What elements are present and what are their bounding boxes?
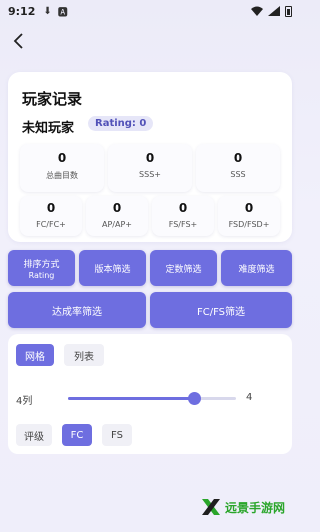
card-title: 玩家记录 bbox=[22, 90, 83, 108]
badge-option-fs[interactable]: FS bbox=[102, 424, 132, 446]
stat-fsd: 0 FSD/FSD+ bbox=[218, 196, 280, 236]
badge-option-fc[interactable]: FC bbox=[62, 424, 92, 446]
badge-option-label: FC bbox=[70, 429, 84, 441]
columns-value: 4 bbox=[246, 392, 253, 403]
sort-value: Rating bbox=[28, 270, 55, 280]
player-record-card: 玩家记录 未知玩家 Rating: 0 0 总曲目数 0 SSS+ 0 SSS … bbox=[8, 72, 292, 242]
tab-grid[interactable]: 网格 bbox=[16, 344, 54, 366]
back-button[interactable] bbox=[6, 28, 32, 54]
stat-sss: 0 SSS bbox=[196, 144, 280, 192]
columns-label: 4列 bbox=[16, 396, 33, 407]
achievement-filter-label: 达成率筛选 bbox=[52, 306, 102, 318]
stat-value: 0 bbox=[178, 201, 188, 215]
battery-icon bbox=[285, 5, 292, 17]
difficulty-filter-button[interactable]: 难度筛选 bbox=[221, 250, 292, 286]
constant-filter-button[interactable]: 定数筛选 bbox=[150, 250, 217, 286]
fcfs-filter-label: FC/FS筛选 bbox=[196, 306, 246, 318]
stat-value: 0 bbox=[57, 151, 67, 165]
stat-label: FSD/FSD+ bbox=[228, 220, 270, 229]
stat-ap: 0 AP/AP+ bbox=[86, 196, 148, 236]
player-name: 未知玩家 bbox=[22, 121, 75, 136]
tab-list-label: 列表 bbox=[74, 351, 94, 363]
slider-thumb[interactable] bbox=[188, 392, 201, 405]
stat-fs: 0 FS/FS+ bbox=[152, 196, 214, 236]
tab-grid-label: 网格 bbox=[25, 351, 45, 363]
sort-label: 排序方式 bbox=[23, 259, 60, 270]
badge-option-rating[interactable]: 评级 bbox=[16, 424, 52, 446]
sort-button[interactable]: 排序方式 Rating bbox=[8, 250, 75, 286]
stat-label: FC/FC+ bbox=[36, 220, 66, 229]
badge-option-label: FS bbox=[111, 429, 123, 441]
stat-value: 0 bbox=[145, 151, 155, 165]
watermark: 远景手游网 bbox=[200, 496, 285, 518]
badge-option-label: 评级 bbox=[24, 431, 44, 443]
constant-filter-label: 定数筛选 bbox=[165, 264, 202, 275]
tab-list[interactable]: 列表 bbox=[64, 344, 104, 366]
watermark-logo-icon bbox=[202, 499, 220, 515]
status-time: 9:12 bbox=[8, 4, 36, 18]
chevron-left-icon bbox=[13, 33, 23, 49]
stat-value: 0 bbox=[112, 201, 122, 215]
achievement-filter-button[interactable]: 达成率筛选 bbox=[8, 292, 146, 328]
status-bar: 9:12 ⬇ 🅰 bbox=[0, 0, 300, 22]
slider-fill bbox=[68, 397, 194, 400]
stat-label: SSS+ bbox=[139, 170, 161, 179]
version-filter-label: 版本筛选 bbox=[94, 264, 131, 275]
version-filter-button[interactable]: 版本筛选 bbox=[79, 250, 146, 286]
download-icon: ⬇ bbox=[43, 5, 52, 17]
rating-badge: Rating: 0 bbox=[88, 116, 154, 131]
stat-value: 0 bbox=[244, 201, 254, 215]
stat-label: AP/AP+ bbox=[102, 220, 132, 229]
columns-slider[interactable] bbox=[68, 392, 236, 405]
stat-label: 总曲目数 bbox=[46, 171, 78, 180]
signal-icon bbox=[268, 6, 280, 16]
stat-label: FS/FS+ bbox=[168, 220, 198, 229]
watermark-text: 远景手游网 bbox=[225, 500, 286, 515]
font-icon: 🅰 bbox=[57, 7, 68, 19]
stat-value: 0 bbox=[46, 201, 56, 215]
stat-total-songs: 0 总曲目数 bbox=[20, 144, 104, 192]
stat-sss-plus: 0 SSS+ bbox=[108, 144, 192, 192]
stat-fc: 0 FC/FC+ bbox=[20, 196, 82, 236]
wifi-icon bbox=[251, 6, 263, 16]
stat-value: 0 bbox=[233, 151, 243, 165]
view-options-panel: 网格 列表 4列 4 评级 FC FS bbox=[8, 334, 292, 454]
stat-label: SSS bbox=[230, 170, 246, 179]
fcfs-filter-button[interactable]: FC/FS筛选 bbox=[150, 292, 292, 328]
difficulty-filter-label: 难度筛选 bbox=[238, 264, 275, 275]
